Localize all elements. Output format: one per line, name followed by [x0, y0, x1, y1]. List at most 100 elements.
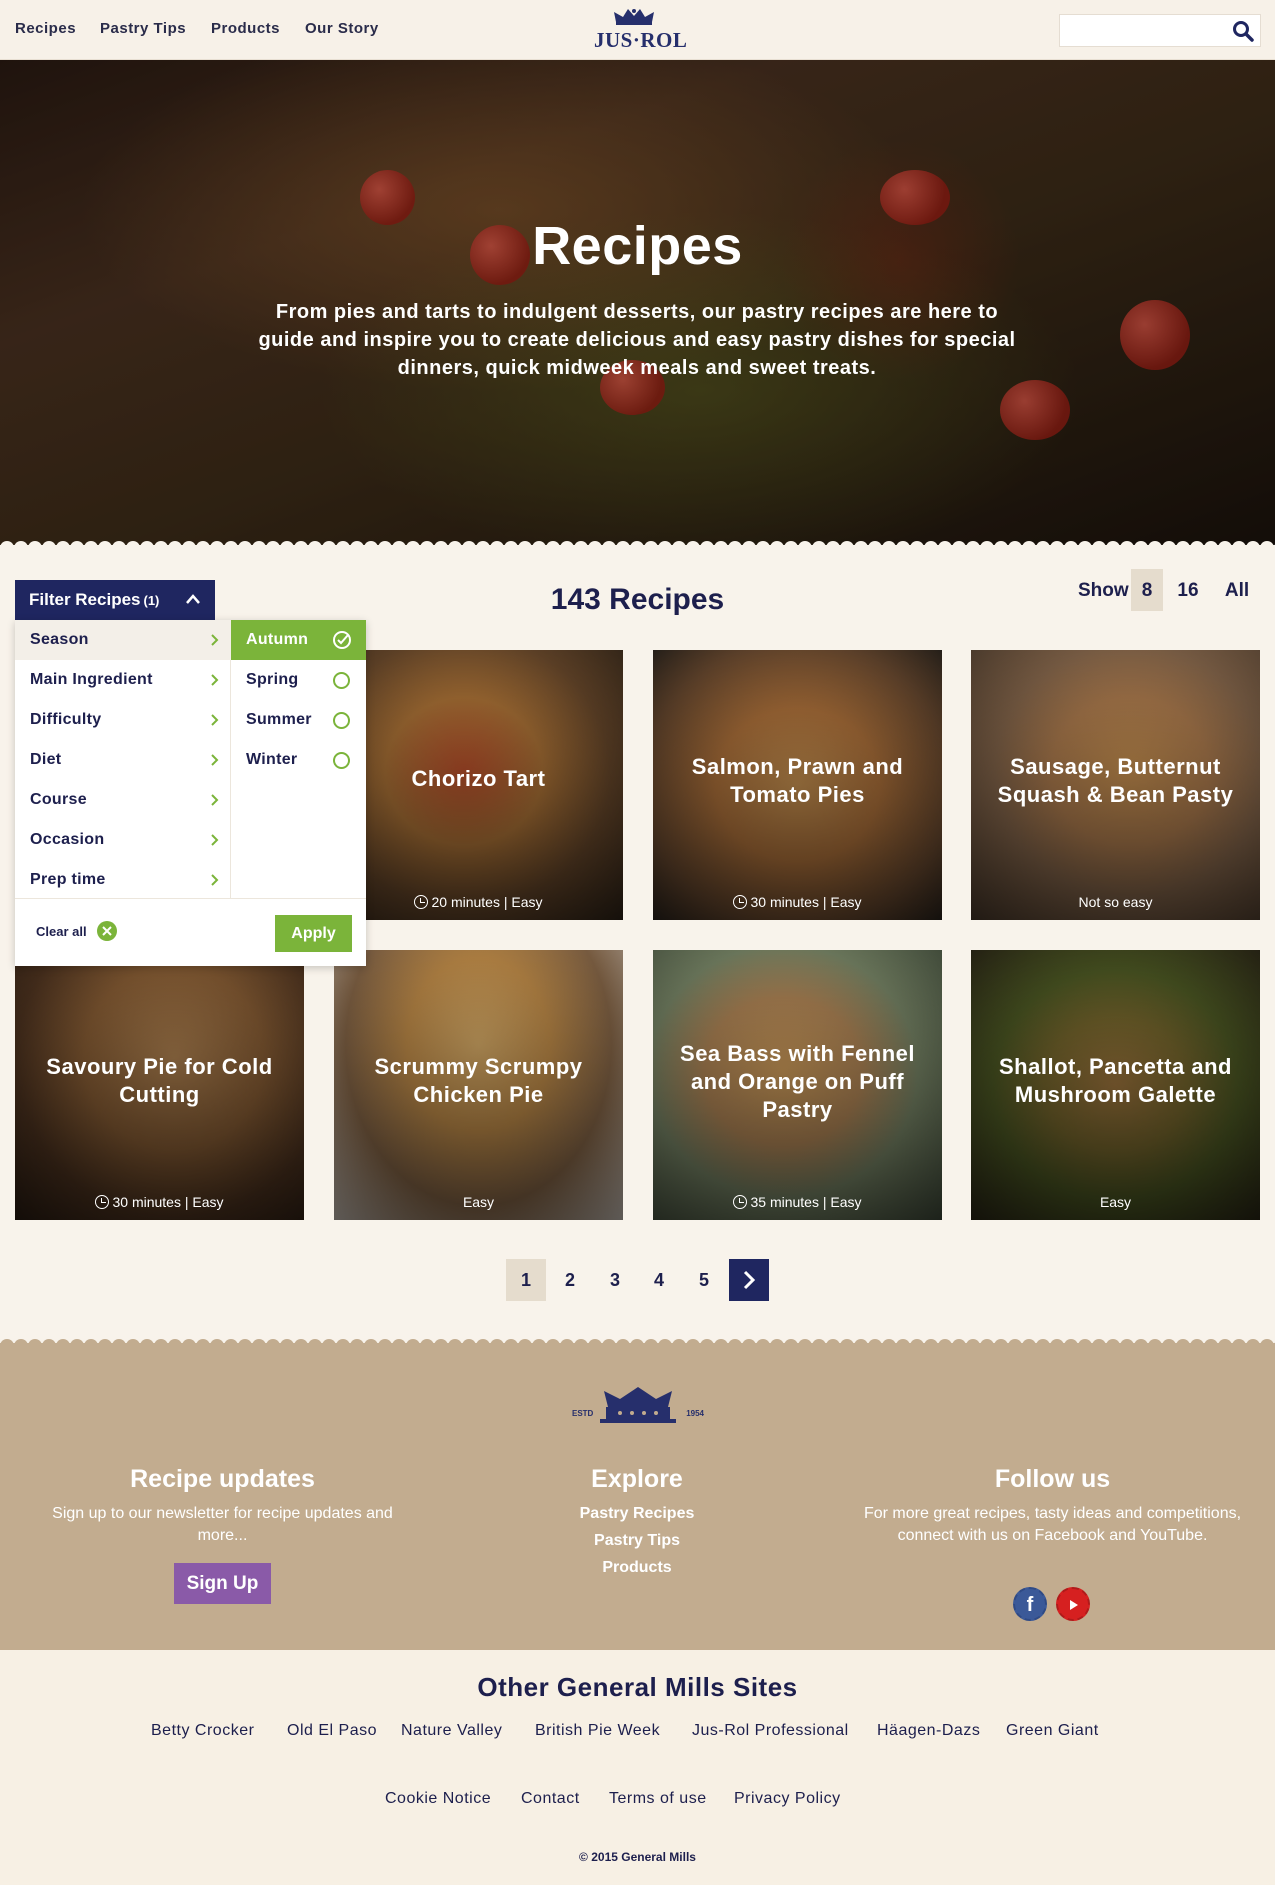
- filter-option-summer[interactable]: Summer: [231, 700, 366, 740]
- terms-of-use-link[interactable]: Terms of use: [609, 1790, 707, 1808]
- filter-category-course[interactable]: Course: [15, 780, 231, 820]
- filter-recipes-button[interactable]: Filter Recipes (1): [15, 580, 215, 620]
- filter-count-badge: (1): [143, 593, 160, 608]
- filter-option-autumn[interactable]: Autumn: [231, 620, 366, 660]
- follow-us-title: Follow us: [994, 1465, 1111, 1493]
- show-label: Show: [1078, 580, 1129, 601]
- crown-icon: [614, 9, 654, 25]
- chevron-right-icon: [743, 1270, 756, 1290]
- youtube-icon[interactable]: [1056, 1587, 1090, 1621]
- page-5[interactable]: 5: [684, 1259, 724, 1301]
- radio-icon: [333, 712, 350, 729]
- check-circle-icon: [333, 631, 351, 649]
- crown-icon: [600, 1387, 676, 1423]
- copyright: © 2015 General Mills: [579, 1850, 696, 1864]
- recipe-card[interactable]: Savoury Pie for Cold Cutting 30 minutes …: [15, 950, 304, 1220]
- clear-all-link[interactable]: Clear all: [36, 924, 87, 939]
- filter-category-season[interactable]: Season: [15, 620, 231, 660]
- recipe-meta: 30 minutes | Easy: [15, 1194, 304, 1210]
- recipe-card[interactable]: Scrummy Scrumpy Chicken Pie Easy: [334, 950, 623, 1220]
- chevron-right-icon: [211, 634, 219, 646]
- recipe-updates-title: Recipe updates: [130, 1465, 315, 1493]
- site-link-green-giant[interactable]: Green Giant: [1006, 1722, 1099, 1740]
- privacy-policy-link[interactable]: Privacy Policy: [734, 1790, 841, 1808]
- filter-category-list: Season Main Ingredient Difficulty Diet C…: [15, 620, 231, 898]
- site-footer: ESTD 1954 Recipe updates Sign up to our …: [0, 1343, 1275, 1650]
- recipe-meta: 30 minutes | Easy: [653, 894, 942, 910]
- recipe-title: Salmon, Prawn and Tomato Pies: [691, 754, 904, 807]
- chevron-right-icon: [211, 674, 219, 686]
- recipe-title: Savoury Pie for Cold Cutting: [46, 1054, 273, 1107]
- contact-link[interactable]: Contact: [521, 1790, 580, 1808]
- recipe-title: Chorizo Tart: [411, 766, 546, 791]
- footer-link-pastry-recipes[interactable]: Pastry Recipes: [537, 1505, 737, 1523]
- recipe-title: Shallot, Pancetta and Mushroom Galette: [999, 1054, 1232, 1107]
- site-link-old-el-paso[interactable]: Old El Paso: [287, 1722, 377, 1740]
- chevron-right-icon: [211, 794, 219, 806]
- site-link-nature-valley[interactable]: Nature Valley: [401, 1722, 502, 1740]
- recipe-meta: Not so easy: [1078, 894, 1153, 910]
- recipe-card[interactable]: Sea Bass with Fennel and Orange on Puff …: [653, 950, 942, 1220]
- filter-option-list: Autumn Spring Summer Winter: [231, 620, 366, 898]
- recipe-card[interactable]: Chorizo Tart 20 minutes | Easy: [334, 650, 623, 920]
- page-2[interactable]: 2: [550, 1259, 590, 1301]
- recipe-title: Scrummy Scrumpy Chicken Pie: [374, 1054, 583, 1107]
- footer-link-pastry-tips[interactable]: Pastry Tips: [537, 1532, 737, 1550]
- filter-category-prep-time[interactable]: Prep time: [15, 860, 231, 900]
- filter-category-difficulty[interactable]: Difficulty: [15, 700, 231, 740]
- logo-estd: ESTD: [572, 1409, 594, 1418]
- page-1[interactable]: 1: [506, 1259, 546, 1301]
- other-sites-section: Other General Mills Sites Betty Crocker …: [0, 1650, 1275, 1885]
- apply-button[interactable]: Apply: [275, 915, 352, 952]
- show-option-all[interactable]: All: [1219, 569, 1255, 611]
- recipe-meta: Easy: [1099, 1194, 1132, 1210]
- chevron-right-icon: [211, 874, 219, 886]
- filter-option-winter[interactable]: Winter: [231, 740, 366, 780]
- chevron-right-icon: [211, 714, 219, 726]
- recipe-card[interactable]: Salmon, Prawn and Tomato Pies 30 minutes…: [653, 650, 942, 920]
- site-link-betty-crocker[interactable]: Betty Crocker: [151, 1722, 254, 1740]
- sign-up-button[interactable]: Sign Up: [174, 1563, 271, 1604]
- filter-category-occasion[interactable]: Occasion: [15, 820, 231, 860]
- site-link-haagen-dazs[interactable]: Häagen-Dazs: [877, 1722, 980, 1740]
- radio-icon: [333, 672, 350, 689]
- show-option-8[interactable]: 8: [1131, 569, 1163, 611]
- recipe-meta: 20 minutes | Easy: [334, 894, 623, 910]
- chevron-right-icon: [211, 834, 219, 846]
- jus-rol-logo[interactable]: JUS·ROL: [594, 8, 688, 54]
- search-icon[interactable]: [1232, 20, 1254, 42]
- explore-title: Explore: [591, 1465, 683, 1493]
- logo-wordmark: JUS·ROL: [594, 28, 688, 52]
- search-box: [1059, 14, 1261, 47]
- recipe-card[interactable]: Shallot, Pancetta and Mushroom Galette E…: [971, 950, 1260, 1220]
- clear-x-icon[interactable]: [96, 920, 118, 942]
- filter-category-main-ingredient[interactable]: Main Ingredient: [15, 660, 231, 700]
- recipe-meta: Easy: [462, 1194, 495, 1210]
- nav-pastry-tips[interactable]: Pastry Tips: [100, 20, 186, 37]
- logo-year: 1954: [686, 1409, 704, 1418]
- nav-products[interactable]: Products: [211, 20, 280, 37]
- filter-option-spring[interactable]: Spring: [231, 660, 366, 700]
- next-page-button[interactable]: [729, 1259, 769, 1301]
- page-3[interactable]: 3: [595, 1259, 635, 1301]
- filter-button-label: Filter Recipes: [29, 590, 141, 609]
- site-link-british-pie-week[interactable]: British Pie Week: [535, 1722, 660, 1740]
- footer-link-products[interactable]: Products: [537, 1559, 737, 1577]
- filter-category-diet[interactable]: Diet: [15, 740, 231, 780]
- nav-recipes[interactable]: Recipes: [15, 20, 76, 37]
- recipe-card[interactable]: Sausage, Butternut Squash & Bean Pasty N…: [971, 650, 1260, 920]
- follow-us-text: For more great recipes, tasty ideas and …: [863, 1505, 1242, 1544]
- page-4[interactable]: 4: [639, 1259, 679, 1301]
- nav-our-story[interactable]: Our Story: [305, 20, 379, 37]
- other-sites-title: Other General Mills Sites: [477, 1672, 798, 1702]
- clock-icon: [414, 895, 429, 909]
- facebook-icon[interactable]: f: [1013, 1587, 1047, 1621]
- search-input[interactable]: [1060, 15, 1225, 46]
- clock-icon: [733, 1195, 748, 1209]
- site-link-jus-rol-professional[interactable]: Jus-Rol Professional: [692, 1722, 849, 1740]
- cookie-notice-link[interactable]: Cookie Notice: [385, 1790, 491, 1808]
- radio-icon: [333, 752, 350, 769]
- show-option-16[interactable]: 16: [1172, 569, 1204, 611]
- recipe-meta: 35 minutes | Easy: [653, 1194, 942, 1210]
- page-title: Recipes: [532, 216, 743, 276]
